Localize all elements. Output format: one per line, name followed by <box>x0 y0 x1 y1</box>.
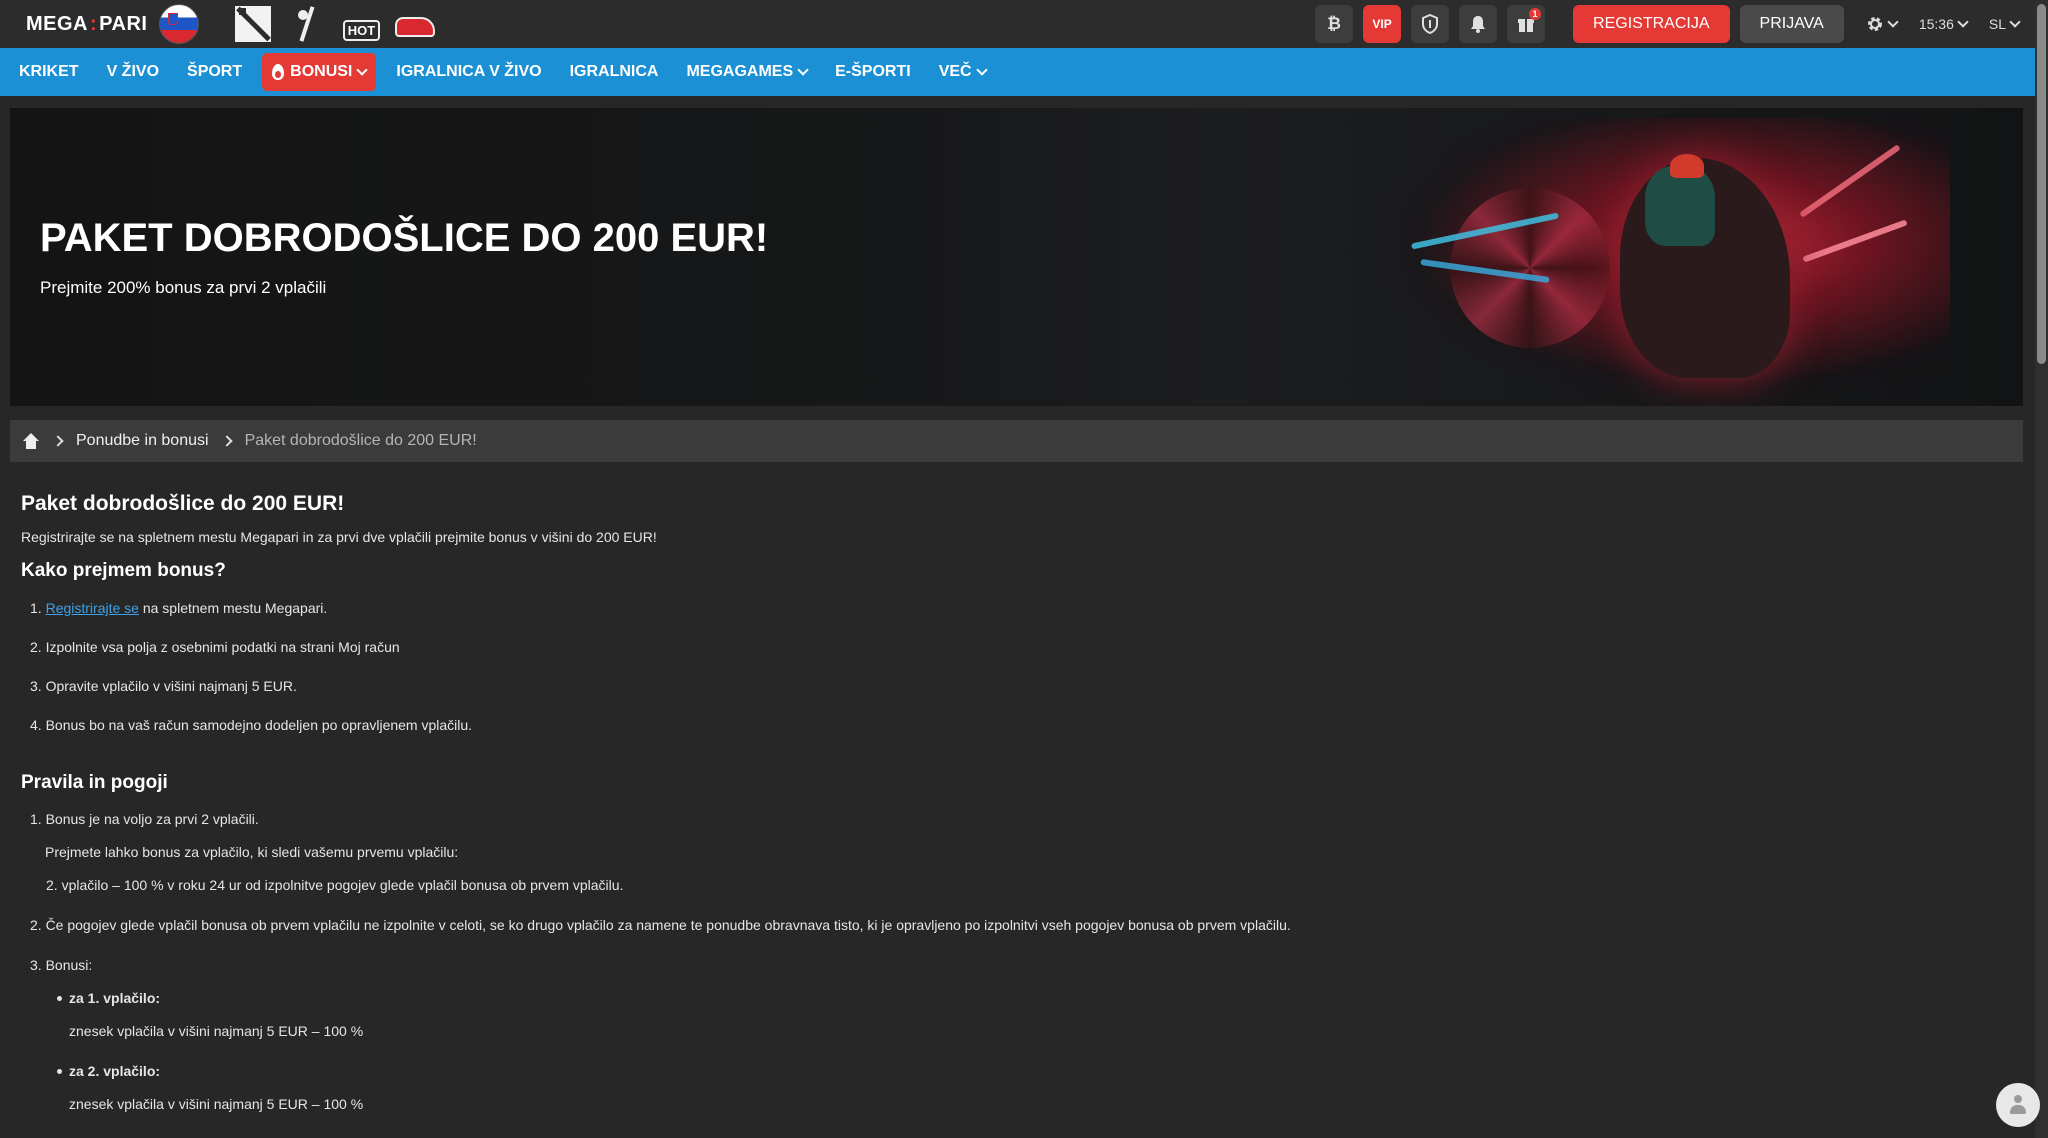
gear-icon <box>1867 17 1882 31</box>
nav-item-kriket[interactable]: KRIKET <box>0 53 93 91</box>
language-dropdown[interactable]: SL <box>1988 16 2021 32</box>
chevron-right-icon <box>220 435 233 447</box>
register-link[interactable]: Registrirajte se <box>46 600 139 616</box>
nav-label: IGRALNICA <box>569 63 659 80</box>
megapari-logo[interactable]: MEGA: PARI <box>26 13 147 36</box>
nav-item-v-zivo[interactable]: V ŽIVO <box>93 53 173 91</box>
rule-3: 3. Bonusi: <box>30 957 93 973</box>
step-2: 2. Izpolnite vsa polja z osebnimi podatk… <box>30 639 400 655</box>
flame-icon <box>272 64 285 80</box>
gift-icon[interactable]: 1 <box>1507 5 1546 43</box>
chevron-down-icon <box>975 64 988 76</box>
horse-racing-illustration <box>1390 118 1950 396</box>
nav-label: VEČ <box>938 63 972 80</box>
rule-1-second-deposit: 2. vplačilo – 100 % v roku 24 ur od izpo… <box>46 877 624 893</box>
rules-heading: Pravila in pogoji <box>21 772 168 793</box>
chevron-down-icon <box>797 64 809 76</box>
step-1-text: na spletnem mestu Megapari. <box>138 600 328 616</box>
chevron-down-icon <box>1957 16 1969 28</box>
login-button[interactable]: PRIJAVA <box>1739 5 1844 43</box>
rule-2: 2. Če pogojev glede vplačil bonusa ob pr… <box>30 917 1291 933</box>
banner-title: PAKET DOBRODOŠLICE DO 200 EUR! <box>40 216 769 260</box>
nav-item-vec[interactable]: VEČ <box>925 53 1000 91</box>
person-icon <box>2009 1095 2027 1115</box>
how-to-heading: Kako prejmem bonus? <box>21 560 226 581</box>
promo-banner: PAKET DOBRODOŠLICE DO 200 EUR! Prejmite … <box>10 108 2023 406</box>
racing-car-icon[interactable] <box>395 4 436 44</box>
hot-label: HOT <box>342 19 381 41</box>
step-1: 1. Registrirajte se na spletnem mestu Me… <box>30 598 2011 618</box>
nav-item-igralnica-v-zivo[interactable]: IGRALNICA V ŽIVO <box>382 53 555 91</box>
nav-item-igralnica[interactable]: IGRALNICA <box>556 53 673 91</box>
rule-1: 1. Bonus je na voljo za prvi 2 vplačili. <box>30 811 259 827</box>
breadcrumb-link-offers[interactable]: Ponudbe in bonusi <box>76 432 209 450</box>
nav-label: BONUSI <box>290 63 353 80</box>
nav-item-megagames[interactable]: MEGAGAMES <box>672 53 821 91</box>
logo-text-pari: PARI <box>99 12 148 35</box>
gift-count-badge: 1 <box>1529 8 1542 20</box>
nav-label: MEGAGAMES <box>686 63 794 80</box>
nav-label: V ŽIVO <box>106 63 160 80</box>
nav-label: ŠPORT <box>187 63 243 80</box>
nav-label: IGRALNICA V ŽIVO <box>396 63 542 80</box>
step-4: 4. Bonus bo na vaš račun samodejno dodel… <box>30 717 473 733</box>
slovenia-flag-icon[interactable] <box>159 4 200 44</box>
chevron-down-icon <box>356 64 369 76</box>
bonus-content: Paket dobrodošlice do 200 EUR! Registrir… <box>21 478 2011 1114</box>
nav-item-e-sporti[interactable]: E-ŠPORTI <box>821 53 925 91</box>
shield-icon[interactable] <box>1411 5 1450 43</box>
chevron-down-icon <box>2009 16 2021 28</box>
bonus-2-value: znesek vplačila v višini najmanj 5 EUR –… <box>69 1096 364 1112</box>
dota-icon[interactable] <box>233 4 273 44</box>
breadcrumb: Ponudbe in bonusi Paket dobrodošlice do … <box>10 420 2023 462</box>
cricket-icon[interactable] <box>287 4 327 44</box>
nav-item-bonusi[interactable]: BONUSI <box>262 53 377 91</box>
nav-label: E-ŠPORTI <box>835 63 911 80</box>
language-code: SL <box>1988 16 2006 32</box>
intro-text: Registrirajte se na spletnem mestu Megap… <box>21 529 657 545</box>
bonus-1-value: znesek vplačila v višini najmanj 5 EUR –… <box>69 1023 364 1039</box>
logo-separator: : <box>90 12 98 35</box>
page-scrollbar[interactable] <box>2035 0 2048 1138</box>
vip-button[interactable]: VIP <box>1363 5 1402 43</box>
quick-game-icons: HOT <box>233 4 436 44</box>
logo-text-mega: MEGA <box>26 12 88 35</box>
register-button[interactable]: REGISTRACIJA <box>1573 5 1730 43</box>
time-dropdown[interactable]: 15:36 <box>1918 16 1969 32</box>
chevron-down-icon <box>1887 16 1899 28</box>
nav-item-sport[interactable]: ŠPORT <box>173 53 256 91</box>
nav-label: KRIKET <box>19 63 79 80</box>
step-3: 3. Opravite vplačilo v višini najmanj 5 … <box>30 678 297 694</box>
rule-1-detail: Prejmete lahko bonus za vplačilo, ki sle… <box>45 844 459 860</box>
bell-icon[interactable] <box>1459 5 1498 43</box>
scrollbar-thumb[interactable] <box>2037 4 2046 364</box>
hot-games-icon[interactable]: HOT <box>341 4 381 44</box>
home-icon[interactable] <box>22 433 40 449</box>
breadcrumb-current: Paket dobrodošlice do 200 EUR! <box>244 432 477 449</box>
bonus-2-label: za 2. vplačilo: <box>57 1061 2011 1081</box>
support-chat-button[interactable] <box>1996 1083 2040 1127</box>
settings-dropdown[interactable] <box>1866 15 1899 33</box>
clock-time: 15:36 <box>1918 16 1954 32</box>
header-actions: ₿ VIP 1 REGISTRACIJA PRIJAVA 15:36 SL <box>1315 0 2021 48</box>
banner-subtitle: Prejmite 200% bonus za prvi 2 vplačili <box>40 278 327 297</box>
main-nav: KRIKET V ŽIVO ŠPORT BONUSI IGRALNICA V Ž… <box>0 48 2035 96</box>
bitcoin-icon[interactable]: ₿ <box>1315 5 1354 43</box>
bonus-1-label: za 1. vplačilo: <box>57 988 2011 1008</box>
page-title: Paket dobrodošlice do 200 EUR! <box>21 492 345 515</box>
chevron-right-icon <box>52 435 64 447</box>
step-1-number: 1. <box>30 600 42 616</box>
top-bar: MEGA: PARI HOT ₿ VIP 1 REGISTRACIJA PRIJA… <box>0 0 2035 48</box>
